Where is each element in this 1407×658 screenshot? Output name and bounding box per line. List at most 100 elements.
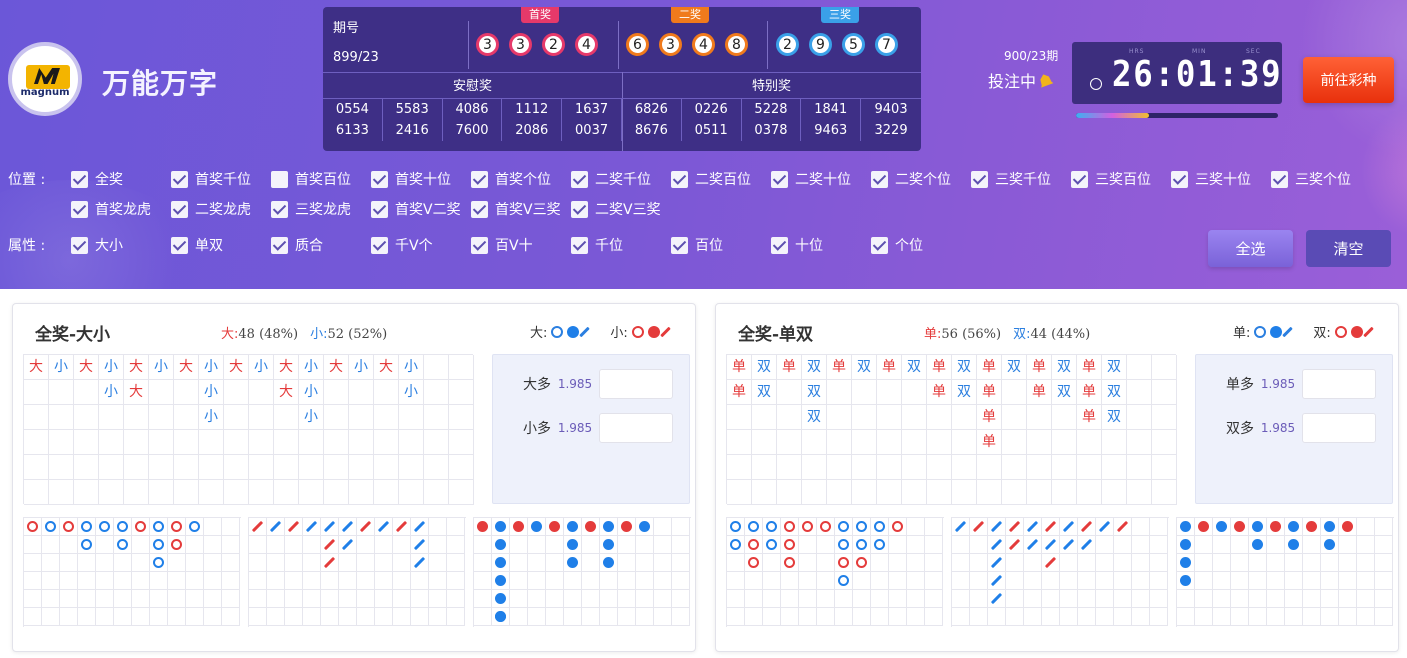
filter-checkbox[interactable]: 三奖千位 [971,169,1051,189]
bet-amount-input[interactable] [1302,369,1376,399]
checkbox-icon[interactable] [671,170,688,188]
checkbox-icon[interactable] [971,170,988,188]
filter-checkbox[interactable]: 千V个 [371,235,433,255]
checkbox-icon[interactable] [1271,170,1288,188]
road-cell [1114,572,1132,590]
filter-checkbox[interactable]: 全奖 [71,169,123,189]
filter-checkbox[interactable]: 二奖V三奖 [571,199,661,219]
filter-checkbox[interactable]: 首奖十位 [371,169,451,189]
filter-checkbox[interactable]: 二奖龙虎 [171,199,251,219]
checkbox-icon[interactable] [171,236,188,254]
checkbox-icon[interactable] [471,200,488,218]
checkbox-icon[interactable] [271,200,288,218]
filter-checkbox[interactable]: 二奖个位 [871,169,951,189]
checkbox-icon[interactable] [871,236,888,254]
checkbox-icon[interactable] [671,236,688,254]
filter-checkbox[interactable]: 首奖V二奖 [371,199,461,219]
road-cell [835,536,853,554]
filter-checkbox[interactable]: 首奖V三奖 [471,199,561,219]
road-cell [1127,355,1152,380]
road-cell [60,518,78,536]
filter-checkbox[interactable]: 十位 [771,235,823,255]
road-cell [132,554,150,572]
filter-checkbox[interactable]: 二奖十位 [771,169,851,189]
filter-checkbox[interactable]: 三奖十位 [1171,169,1251,189]
filter-checkbox[interactable]: 三奖个位 [1271,169,1351,189]
goto-lottery-button[interactable]: 前往彩种 [1303,57,1394,103]
filter-checkbox[interactable]: 大小 [71,235,123,255]
filter-checkbox[interactable]: 百V十 [471,235,533,255]
filter-checkbox[interactable]: 首奖百位 [271,169,351,189]
road-cell [1150,608,1168,626]
road-cell [274,405,299,430]
sl-marker-icon [323,556,336,569]
filter-checkbox[interactable]: 首奖千位 [171,169,251,189]
checkbox-icon[interactable] [171,170,188,188]
prize1-ball: 3 [509,33,532,56]
filter-checkbox[interactable]: 首奖龙虎 [71,199,151,219]
checkbox-icon[interactable] [771,170,788,188]
road-cell [1321,572,1339,590]
checkbox-icon[interactable] [571,200,588,218]
road-cell [1024,518,1042,536]
road-cell [60,590,78,608]
legend-b-label: 小: [610,326,628,341]
filter-checkbox[interactable]: 质合 [271,235,323,255]
bet-amount-input[interactable] [599,369,673,399]
checkbox-icon[interactable] [271,170,288,188]
checkbox-label: 二奖V三奖 [595,202,661,218]
filter-checkbox[interactable]: 二奖百位 [671,169,751,189]
checkbox-icon[interactable] [171,200,188,218]
checkbox-icon[interactable] [71,200,88,218]
checkbox-icon[interactable] [771,236,788,254]
filter-checkbox[interactable]: 二奖千位 [571,169,651,189]
road-cell [74,380,99,405]
road-cell [249,480,274,505]
filter-checkbox[interactable]: 单双 [171,235,223,255]
road-cell [429,572,447,590]
checkbox-icon[interactable] [1071,170,1088,188]
road-cell [1150,536,1168,554]
road-cell [1102,480,1127,505]
dot-marker-icon [1198,521,1209,532]
sl-marker-icon [377,520,390,533]
filter-checkbox[interactable]: 百位 [671,235,723,255]
checkbox-icon[interactable] [471,236,488,254]
checkbox-icon[interactable] [571,170,588,188]
clear-button[interactable]: 清空 [1306,230,1391,267]
dot-marker-icon [495,611,506,622]
road-cell [224,405,249,430]
checkbox-icon[interactable] [871,170,888,188]
road-cell [1052,480,1077,505]
bet-amount-input[interactable] [599,413,673,443]
checkbox-icon[interactable] [471,170,488,188]
filter-checkbox[interactable]: 三奖龙虎 [271,199,351,219]
bet-amount-input[interactable] [1302,413,1376,443]
road-cell [274,430,299,455]
checkbox-icon[interactable] [1171,170,1188,188]
road-cell [727,590,745,608]
road-cell [267,608,285,626]
checkbox-icon[interactable] [371,170,388,188]
road-cell [168,572,186,590]
checkbox-icon[interactable] [271,236,288,254]
checkbox-icon[interactable] [371,236,388,254]
sl-marker-icon [323,538,336,551]
filter-checkbox[interactable]: 首奖个位 [471,169,551,189]
road-cell [564,536,582,554]
checkbox-icon[interactable] [571,236,588,254]
filter-checkbox[interactable]: 三奖百位 [1071,169,1151,189]
sl-marker-icon [990,592,1003,605]
checkbox-icon[interactable] [371,200,388,218]
filter-checkbox[interactable]: 千位 [571,235,623,255]
odds-value: 1.985 [1260,421,1296,435]
slash-icon [659,326,671,337]
select-all-button[interactable]: 全选 [1208,230,1293,267]
brand-logo[interactable]: magnum [8,42,82,116]
road-cell [902,405,927,430]
road-cell [582,554,600,572]
ring-marker-icon [766,521,777,532]
filter-checkbox[interactable]: 个位 [871,235,923,255]
checkbox-icon[interactable] [71,236,88,254]
checkbox-icon[interactable] [71,170,88,188]
